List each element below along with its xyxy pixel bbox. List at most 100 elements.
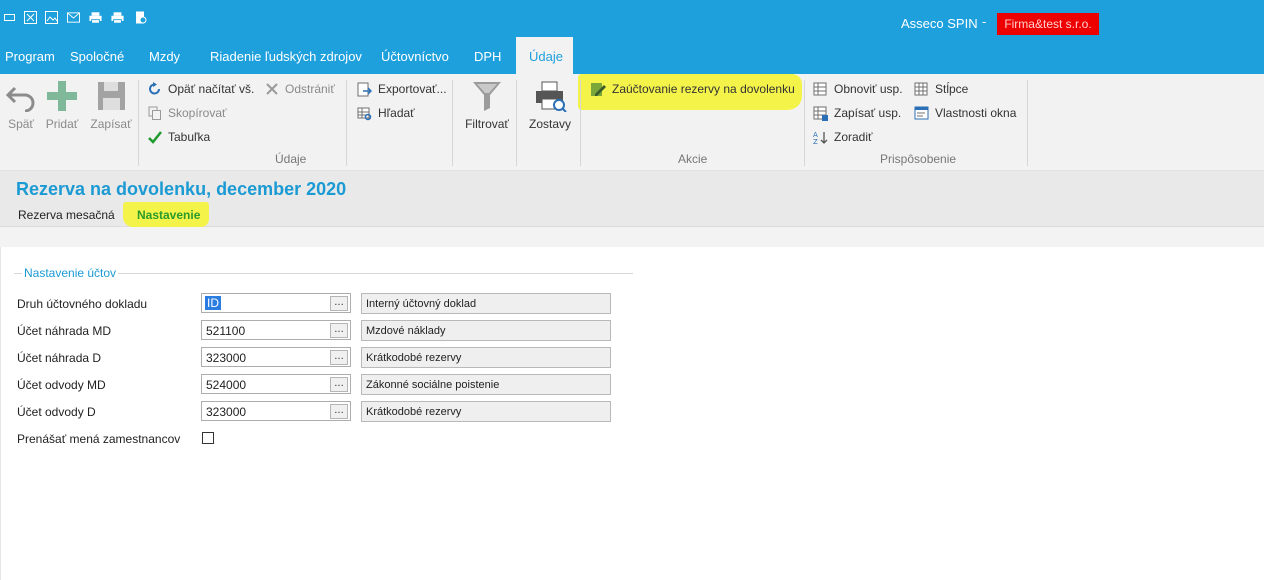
- field-label-levy-md: Účet odvody MD: [17, 378, 106, 392]
- mail-icon[interactable]: [67, 10, 80, 24]
- ribbon-separator: [346, 80, 347, 166]
- window-icon[interactable]: [3, 10, 16, 24]
- comp-md-input[interactable]: 521100 ...: [201, 320, 351, 340]
- field-label-levy-d: Účet odvody D: [17, 405, 96, 419]
- post-reserve-button[interactable]: Zaúčtovanie rezervy na dovolenku: [590, 80, 795, 98]
- find-table-icon: [357, 107, 372, 120]
- levy-d-value: 323000: [206, 405, 247, 419]
- levy-d-input[interactable]: 323000 ...: [201, 401, 351, 421]
- columns-label: Stĺpce: [935, 82, 969, 96]
- save-layout-icon: [813, 106, 828, 121]
- find-button[interactable]: Hľadať: [357, 104, 415, 122]
- window-props-button[interactable]: Vlastnosti okna: [914, 104, 1016, 122]
- levy-md-input[interactable]: 524000 ...: [201, 374, 351, 394]
- copy-button[interactable]: Skopírovať: [148, 104, 227, 122]
- settings-icon[interactable]: [134, 10, 147, 24]
- filter-funnel-icon: [473, 82, 501, 111]
- levy-d-lookup-button[interactable]: ...: [330, 404, 348, 419]
- levy-md-lookup-button[interactable]: ...: [330, 377, 348, 392]
- export-button[interactable]: Exportovať...: [357, 80, 447, 98]
- tab-monthly-reserve[interactable]: Rezerva mesačná: [18, 208, 115, 222]
- menu-bar: Program Spoločné Mzdy Riadenie ľudských …: [0, 37, 1264, 74]
- tab-settings[interactable]: Nastavenie: [123, 202, 209, 227]
- doc-type-description: Interný účtovný doklad: [361, 293, 611, 314]
- tab-settings-label: Nastavenie: [137, 208, 201, 222]
- checkmark-icon: [148, 131, 162, 144]
- save-button[interactable]: Zapísať: [90, 80, 132, 131]
- field-label-doc-type: Druh účtovného dokladu: [17, 297, 148, 311]
- copy-label: Skopírovať: [168, 106, 227, 120]
- content-border: [0, 247, 1, 580]
- menu-mzdy[interactable]: Mzdy: [149, 49, 180, 64]
- refresh-settings-button[interactable]: Obnoviť usp.: [813, 80, 903, 98]
- copy-icon: [148, 106, 161, 120]
- save-label: Zapísať: [90, 117, 132, 131]
- edit-document-icon: [591, 83, 606, 96]
- doc-type-description-text: Interný účtovný doklad: [366, 298, 477, 310]
- ribbon: Späť Pridať Zapísať Opäť načítať vš. Ods…: [0, 74, 1264, 171]
- table-label: Tabuľka: [168, 130, 211, 144]
- reload-button[interactable]: Opäť načítať vš.: [148, 80, 254, 98]
- levy-md-description-text: Zákonné sociálne poistenie: [366, 379, 500, 391]
- print-preview-icon[interactable]: [111, 10, 124, 24]
- table-button[interactable]: Tabuľka: [148, 128, 210, 146]
- remove-button[interactable]: Odstrániť: [265, 80, 335, 98]
- menu-uctovnictvo[interactable]: Účtovníctvo: [381, 49, 449, 64]
- columns-button[interactable]: Stĺpce: [914, 80, 968, 98]
- levy-md-value: 524000: [206, 378, 247, 392]
- add-button[interactable]: Pridať: [45, 80, 79, 131]
- menu-program[interactable]: Program: [5, 49, 55, 64]
- doc-type-value: ID: [205, 296, 221, 310]
- page-header: Rezerva na dovolenku, december 2020 Reze…: [0, 171, 1264, 227]
- levy-d-description: Krátkodobé rezervy: [361, 401, 611, 422]
- group-label-actions: Akcie: [678, 152, 708, 166]
- comp-md-description: Mzdové náklady: [361, 320, 611, 341]
- app-name: Asseco SPIN: [901, 16, 978, 31]
- section-title: Nastavenie účtov: [22, 266, 119, 280]
- levy-md-description: Zákonné sociálne poistenie: [361, 374, 611, 395]
- comp-md-description-text: Mzdové náklady: [366, 325, 446, 337]
- menu-spolocne[interactable]: Spoločné: [70, 49, 124, 64]
- reports-button[interactable]: Zostavy: [527, 80, 573, 131]
- add-label: Pridať: [45, 117, 79, 131]
- comp-d-description: Krátkodobé rezervy: [361, 347, 611, 368]
- ribbon-separator: [452, 80, 453, 166]
- window-properties-icon: [914, 106, 929, 119]
- print-icon[interactable]: [89, 10, 102, 24]
- title-separator: -: [982, 14, 987, 29]
- columns-icon: [914, 82, 928, 95]
- save-settings-button[interactable]: Zapísať usp.: [813, 104, 901, 122]
- floppy-icon: [98, 82, 125, 110]
- menu-dph[interactable]: DPH: [474, 49, 501, 64]
- comp-d-lookup-button[interactable]: ...: [330, 350, 348, 365]
- excel-icon[interactable]: [24, 10, 37, 24]
- comp-d-input[interactable]: 323000 ...: [201, 347, 351, 367]
- refresh-layout-icon: [813, 82, 827, 95]
- back-label: Späť: [8, 117, 34, 131]
- company-badge[interactable]: Firma&test s.r.o.: [997, 13, 1099, 35]
- field-label-comp-d: Účet náhrada D: [17, 351, 102, 365]
- sort-button[interactable]: AZ Zoradiť: [813, 128, 873, 146]
- ribbon-separator: [1027, 80, 1028, 166]
- export-label: Exportovať...: [378, 82, 447, 96]
- comp-d-value: 323000: [206, 351, 247, 365]
- window-props-label: Vlastnosti okna: [935, 106, 1017, 120]
- delete-x-icon: [266, 83, 278, 95]
- field-label-comp-md: Účet náhrada MD: [17, 324, 112, 338]
- transfer-names-checkbox[interactable]: [202, 432, 214, 444]
- page-title: Rezerva na dovolenku, december 2020: [16, 179, 347, 199]
- menu-udaje-label: Údaje: [529, 49, 563, 64]
- field-label-transfer-names: Prenášať mená zamestnancov: [17, 432, 181, 446]
- group-label-customize: Prispôsobenie: [880, 152, 957, 166]
- doc-type-input[interactable]: ID ...: [201, 293, 351, 313]
- filter-button[interactable]: Filtrovať: [462, 80, 512, 131]
- menu-hr[interactable]: Riadenie ľudských zdrojov: [210, 49, 362, 64]
- image-icon[interactable]: [45, 10, 58, 24]
- comp-md-lookup-button[interactable]: ...: [330, 323, 348, 338]
- title-bar: Asseco SPIN - Firma&test s.r.o.: [0, 0, 1264, 37]
- menu-udaje[interactable]: Údaje: [516, 37, 573, 74]
- levy-d-description-text: Krátkodobé rezervy: [366, 406, 462, 418]
- back-button[interactable]: Späť: [5, 80, 37, 131]
- plus-icon: [47, 81, 77, 111]
- doc-type-lookup-button[interactable]: ...: [330, 296, 348, 311]
